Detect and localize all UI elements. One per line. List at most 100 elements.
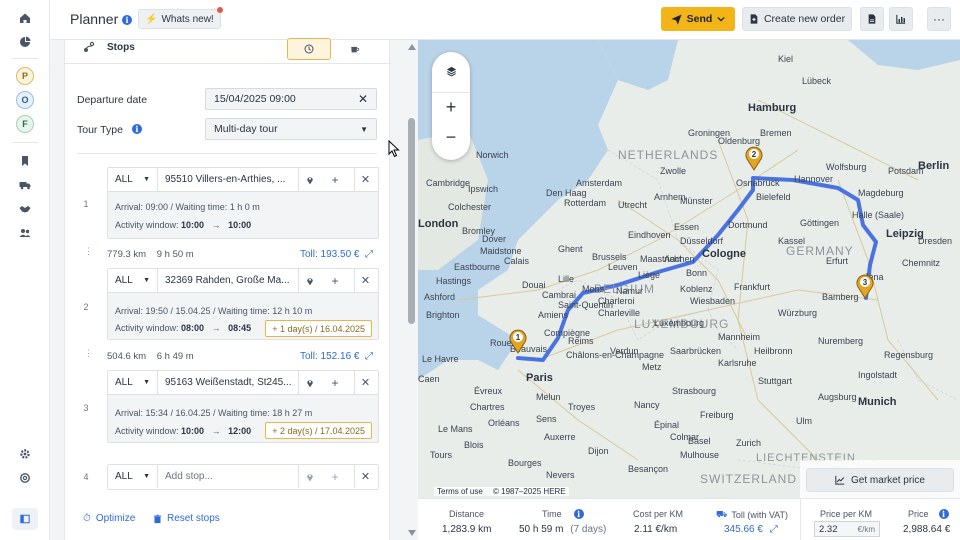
map-pin-3[interactable]: 3	[855, 273, 875, 299]
add-stop-input[interactable]: Add stop...	[165, 471, 293, 482]
map-city-ashford: Ashford	[424, 292, 456, 302]
location-pin-button[interactable]	[298, 465, 320, 488]
avatar-f[interactable]: F	[16, 115, 34, 133]
remove-stop-button[interactable]: ✕	[354, 465, 376, 488]
users-icon[interactable]	[17, 225, 33, 241]
rail-divider	[12, 142, 38, 143]
map-city-mulhouse: Mulhouse	[680, 450, 720, 460]
stop-row: ALL ▼ 32369 Rahden, Große Ma... + ✕	[108, 269, 378, 293]
support-icon[interactable]	[17, 470, 33, 486]
avatar-o[interactable]: O	[16, 91, 34, 109]
map-city-mannheim: Mannheim	[718, 332, 761, 342]
pdf-button[interactable]	[860, 7, 884, 31]
map-city-erfurt: Erfurt	[826, 256, 849, 266]
leg-toll-link[interactable]: Toll: 152.16 €	[300, 351, 360, 362]
scrollbar-thumb[interactable]	[408, 118, 415, 324]
get-market-price-button[interactable]: Get market price	[806, 468, 954, 492]
map-city-halle: Halle (Saale)	[852, 210, 905, 220]
home-icon[interactable]	[17, 10, 33, 26]
info-icon[interactable]: i	[131, 124, 142, 134]
add-button[interactable]: +	[324, 269, 346, 292]
add-button[interactable]: +	[324, 168, 346, 191]
chart-button[interactable]	[889, 7, 913, 31]
terms-of-use-link[interactable]: Terms of use	[437, 487, 483, 496]
cost-per-km-value: 2.11 €/km	[634, 524, 678, 535]
coffee-icon	[351, 46, 360, 53]
add-button[interactable]: +	[324, 371, 346, 394]
stop-filter-select[interactable]: ALL ▼	[108, 371, 158, 394]
cost-per-km-label: Cost per KM	[633, 509, 684, 519]
location-pin-button[interactable]	[298, 371, 320, 394]
map-city-bielefeld: Bielefeld	[756, 192, 791, 202]
map-city-chemnitz: Chemnitz	[902, 258, 941, 268]
stop-filter-value: ALL	[115, 275, 133, 286]
location-pin-button[interactable]	[298, 269, 320, 292]
create-new-order-button[interactable]: Create new order	[742, 7, 852, 31]
stop-address-input[interactable]: 32369 Rahden, Große Ma...	[165, 275, 293, 286]
stop-number: 3	[83, 403, 89, 413]
layers-button[interactable]	[432, 56, 470, 86]
price-per-km-input[interactable]: 2.32 €/km	[814, 521, 880, 537]
avatar-p[interactable]: P	[16, 67, 34, 85]
departure-date-input[interactable]: 15/04/2025 09:00 ✕	[205, 88, 377, 110]
map-pin-2[interactable]: 2	[744, 145, 764, 171]
collapse-sidebar-button[interactable]	[12, 508, 38, 530]
zoom-out-button[interactable]: −	[432, 122, 470, 152]
page-title: Planner	[70, 11, 119, 27]
optimize-button[interactable]: ⏱ Optimize	[83, 513, 135, 524]
clear-icon[interactable]: ✕	[358, 92, 368, 106]
price-per-km-unit: €/km	[857, 524, 875, 534]
gear-icon[interactable]	[17, 446, 33, 462]
bookmark-icon[interactable]	[17, 153, 33, 169]
zoom-in-button[interactable]: +	[432, 92, 470, 122]
leg-duration: 9 h 50 m	[156, 249, 194, 260]
location-pin-button[interactable]	[298, 168, 320, 191]
expand-icon[interactable]: ⤢	[365, 351, 373, 362]
stop-filter-select[interactable]: ALL ▼	[108, 269, 158, 292]
map-city-essen: Essen	[674, 222, 700, 232]
remove-stop-button[interactable]: ✕	[354, 168, 376, 191]
create-order-label: Create new order	[763, 13, 846, 25]
stop-filter-select[interactable]: ALL ▼	[108, 168, 158, 191]
truck-icon[interactable]	[17, 177, 33, 193]
map-city-blois: Blois	[464, 440, 484, 450]
map-city-brussels: Brussels	[592, 252, 627, 262]
price-header: Price i	[908, 509, 949, 519]
stop-address-input[interactable]: 95163 Weißenstadt, St245...	[165, 377, 293, 388]
toll-cars-icon: ⛟	[716, 509, 728, 519]
leg-toll-link[interactable]: Toll: 193.50 €	[300, 249, 360, 260]
send-button[interactable]: Send	[661, 7, 735, 31]
stop-filter-select[interactable]: ALL ▼	[108, 465, 158, 488]
tour-type-select[interactable]: Multi-day tour ▼	[205, 118, 377, 140]
toll-value-link[interactable]: 345.66 € ⤢	[724, 524, 778, 535]
handshake-icon[interactable]	[17, 201, 33, 217]
activity-window-label: Activity window:	[115, 220, 179, 230]
dashboard-icon[interactable]	[17, 34, 33, 50]
add-button[interactable]: +	[324, 465, 346, 488]
remove-stop-button[interactable]: ✕	[354, 371, 376, 394]
info-icon[interactable]: i	[573, 509, 584, 519]
map-pin-1[interactable]: 1	[508, 328, 528, 354]
activity-window: Activity window: 08:00 → 08:45	[115, 323, 251, 333]
info-icon[interactable]: i	[938, 509, 949, 519]
remove-stop-button[interactable]: ✕	[354, 269, 376, 292]
get-market-price-label: Get market price	[851, 474, 925, 486]
stop-address-input[interactable]: 95510 Villers-en-Arthies, ...	[165, 174, 293, 185]
expand-icon[interactable]: ⤢	[365, 249, 373, 260]
break-view-toggle[interactable]	[333, 38, 377, 60]
scroll-down-arrow[interactable]	[408, 530, 416, 536]
panel-scrollbar[interactable]	[406, 40, 418, 540]
map-city-hannover: Hannover	[794, 174, 834, 184]
stops-panel: Stops Departure date 15/04/2025 09:00 ✕ …	[50, 38, 418, 540]
route-map[interactable]: NETHERLANDS BELGIUM LUXEMBOURG GERMANY L…	[418, 40, 960, 498]
map-city-zurich: Zurich	[736, 438, 762, 448]
info-icon[interactable]: i	[122, 15, 132, 25]
more-options-button[interactable]: ···	[927, 7, 951, 31]
stop-arrival: Arrival: 15:34 / 16.04.25 / Waiting time…	[115, 408, 313, 418]
market-price-box: Get market price	[800, 460, 960, 498]
whats-new-button[interactable]: ⚡ Whats new!	[138, 7, 223, 29]
map-city-nevers: Nevers	[546, 470, 575, 480]
reset-stops-button[interactable]: Reset stops	[153, 513, 220, 524]
time-view-toggle[interactable]	[287, 38, 331, 60]
scroll-up-arrow[interactable]	[408, 44, 416, 50]
